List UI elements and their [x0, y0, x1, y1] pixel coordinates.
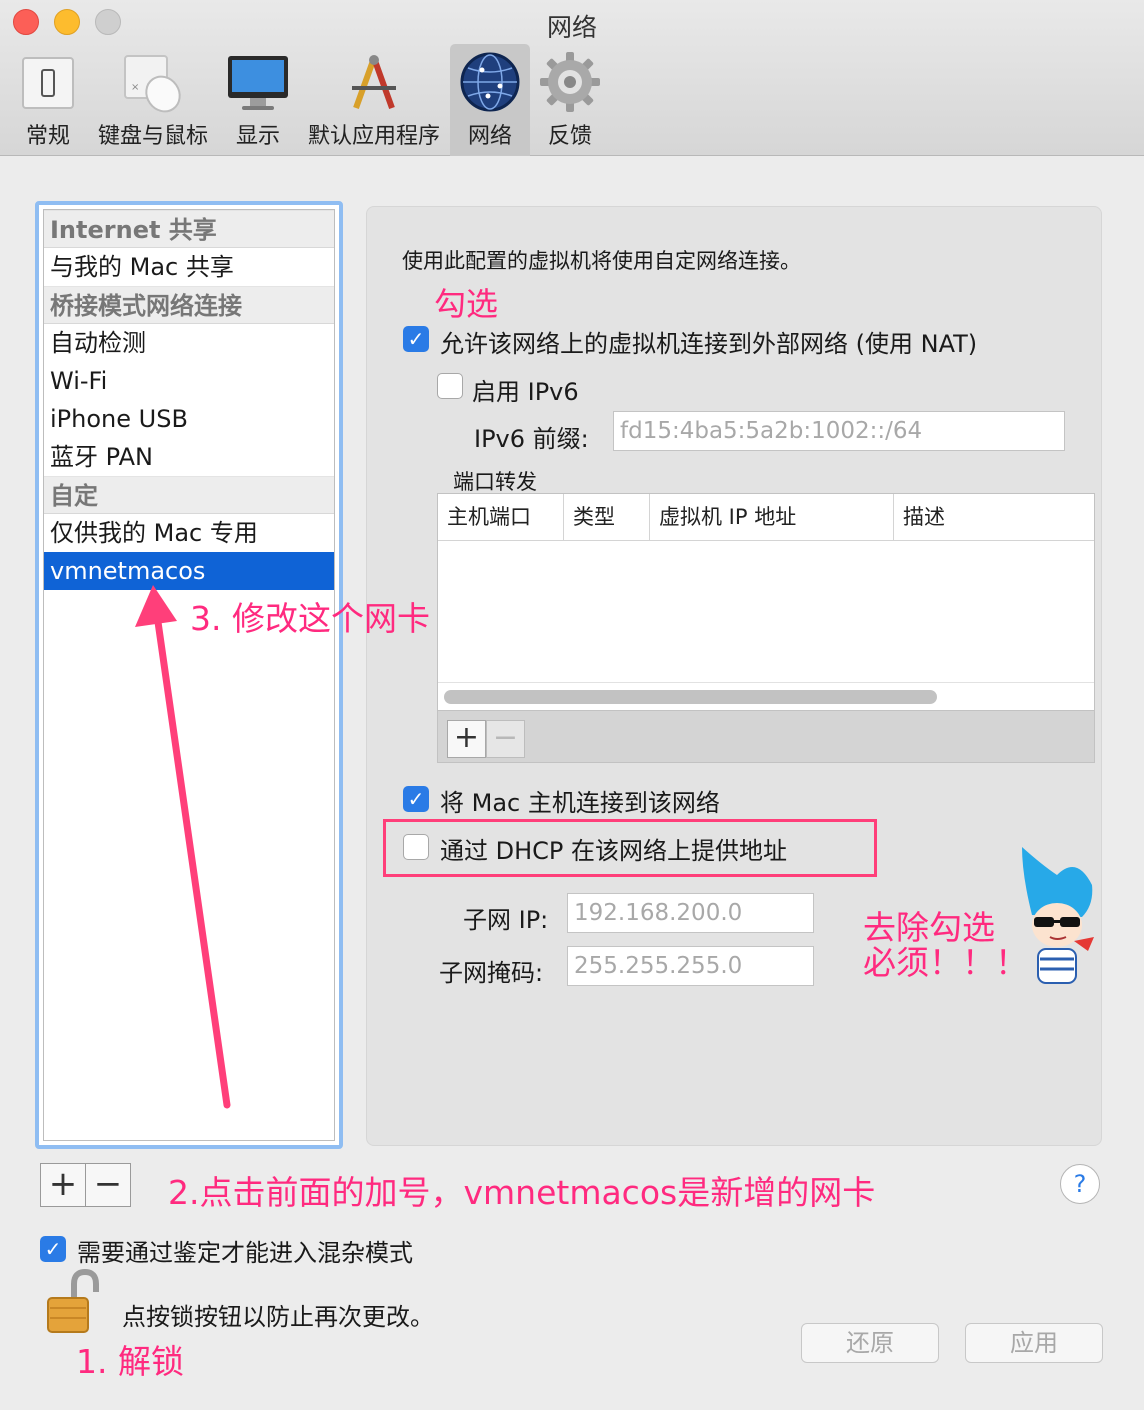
- subnet-mask-field[interactable]: 255.255.255.0: [567, 946, 814, 986]
- network-list-item[interactable]: 与我的 Mac 共享: [44, 248, 334, 286]
- ipv6-label: 启用 IPv6: [472, 378, 579, 406]
- gear-icon: [540, 52, 600, 112]
- default-apps-icon: [352, 55, 396, 110]
- toolbar-item-network[interactable]: 网络: [450, 44, 530, 156]
- subnet-mask-label: 子网掩码:: [439, 959, 544, 987]
- window-title: 网络: [546, 13, 597, 42]
- help-button[interactable]: ?: [1060, 1164, 1100, 1204]
- ipv6-prefix-field[interactable]: fd15:4ba5:5a2b:1002::/64: [613, 411, 1065, 451]
- toolbar-item-general[interactable]: 常规: [14, 44, 82, 156]
- annotation-arrow: [135, 585, 231, 1109]
- nat-label: 允许该网络上的虚拟机连接到外部网络 (使用 NAT): [440, 330, 978, 358]
- network-group-header: 自定: [44, 476, 334, 514]
- promiscuous-checkbox[interactable]: ✓: [40, 1236, 66, 1262]
- add-port-rule-button[interactable]: +: [447, 720, 486, 758]
- annotation-uncheck-line2: 必须！！！: [863, 943, 1028, 982]
- network-list-item[interactable]: iPhone USB: [44, 400, 334, 438]
- column-header-type[interactable]: 类型: [564, 494, 650, 540]
- column-header-description[interactable]: 描述: [894, 494, 1094, 540]
- general-icon: [22, 57, 74, 109]
- dhcp-label: 通过 DHCP 在该网络上提供地址: [440, 837, 788, 865]
- display-icon: [228, 56, 288, 110]
- ipv6-checkbox[interactable]: [437, 373, 463, 399]
- annotation-add-adapter: 2.点击前面的加号，vmnetmacos是新增的网卡: [168, 1173, 876, 1212]
- padlock-unlocked-icon[interactable]: [44, 1268, 104, 1336]
- toolbar-item-display[interactable]: 显示: [224, 44, 292, 156]
- network-group-header: Internet 共享: [44, 210, 334, 248]
- network-list-item[interactable]: 仅供我的 Mac 专用: [44, 514, 334, 552]
- lock-instruction-text: 点按锁按钮以防止再次更改。: [122, 1303, 434, 1331]
- apply-button[interactable]: 应用: [965, 1323, 1103, 1363]
- toolbar-item-label: 默认应用程序: [307, 124, 440, 149]
- network-description: 使用此配置的虚拟机将使用自定网络连接。: [402, 249, 801, 273]
- add-network-button[interactable]: +: [40, 1163, 86, 1207]
- svg-text:×: ×: [131, 82, 139, 93]
- table-header-divider: [438, 540, 1094, 541]
- toolbar-item-label: 网络: [467, 124, 512, 149]
- port-forwarding-table[interactable]: 主机端口 类型 虚拟机 IP 地址 描述: [437, 493, 1095, 711]
- subnet-ip-field[interactable]: 192.168.200.0: [567, 893, 814, 933]
- annotation-check: 勾选: [434, 285, 499, 323]
- column-header-vm-ip[interactable]: 虚拟机 IP 地址: [650, 494, 894, 540]
- network-globe-icon: [460, 52, 520, 112]
- horizontal-scrollbar[interactable]: [444, 690, 937, 704]
- network-group-header: 桥接模式网络连接: [44, 286, 334, 324]
- connect-host-checkbox[interactable]: ✓: [403, 786, 429, 812]
- network-list-item[interactable]: Wi-Fi: [44, 362, 334, 400]
- toolbar-item-default-apps[interactable]: 默认应用程序: [303, 44, 445, 156]
- nat-checkbox[interactable]: ✓: [403, 326, 429, 352]
- toolbar-item-label: 常规: [25, 124, 70, 149]
- dhcp-checkbox[interactable]: [403, 834, 429, 860]
- subnet-ip-label: 子网 IP:: [463, 906, 549, 934]
- remove-port-rule-button[interactable]: −: [486, 720, 525, 758]
- column-header-host-port[interactable]: 主机端口: [438, 494, 564, 540]
- remove-network-button[interactable]: −: [85, 1163, 131, 1207]
- table-scroll-track: [438, 682, 1094, 683]
- toolbar-item-feedback[interactable]: 反馈: [537, 44, 603, 156]
- annotation-unlock: 1. 解锁: [76, 1342, 184, 1381]
- promiscuous-label: 需要通过鉴定才能进入混杂模式: [77, 1239, 413, 1267]
- toolbar-item-label: 显示: [235, 124, 280, 149]
- network-list-item[interactable]: 蓝牙 PAN: [44, 438, 334, 476]
- port-forwarding-title: 端口转发: [453, 470, 537, 494]
- toolbar-item-label: 反馈: [547, 124, 592, 149]
- ipv6-prefix-label: IPv6 前缀:: [474, 425, 589, 453]
- network-list-item[interactable]: 自动检测: [44, 324, 334, 362]
- revert-button[interactable]: 还原: [801, 1323, 939, 1363]
- port-forwarding-footer: + −: [437, 711, 1095, 763]
- connect-host-label: 将 Mac 主机连接到该网络: [440, 789, 720, 817]
- keyboard-mouse-icon: ×: [124, 55, 181, 113]
- toolbar-item-label: 键盘与鼠标: [97, 124, 208, 149]
- toolbar-item-keyboard-mouse[interactable]: × 键盘与鼠标: [93, 44, 213, 156]
